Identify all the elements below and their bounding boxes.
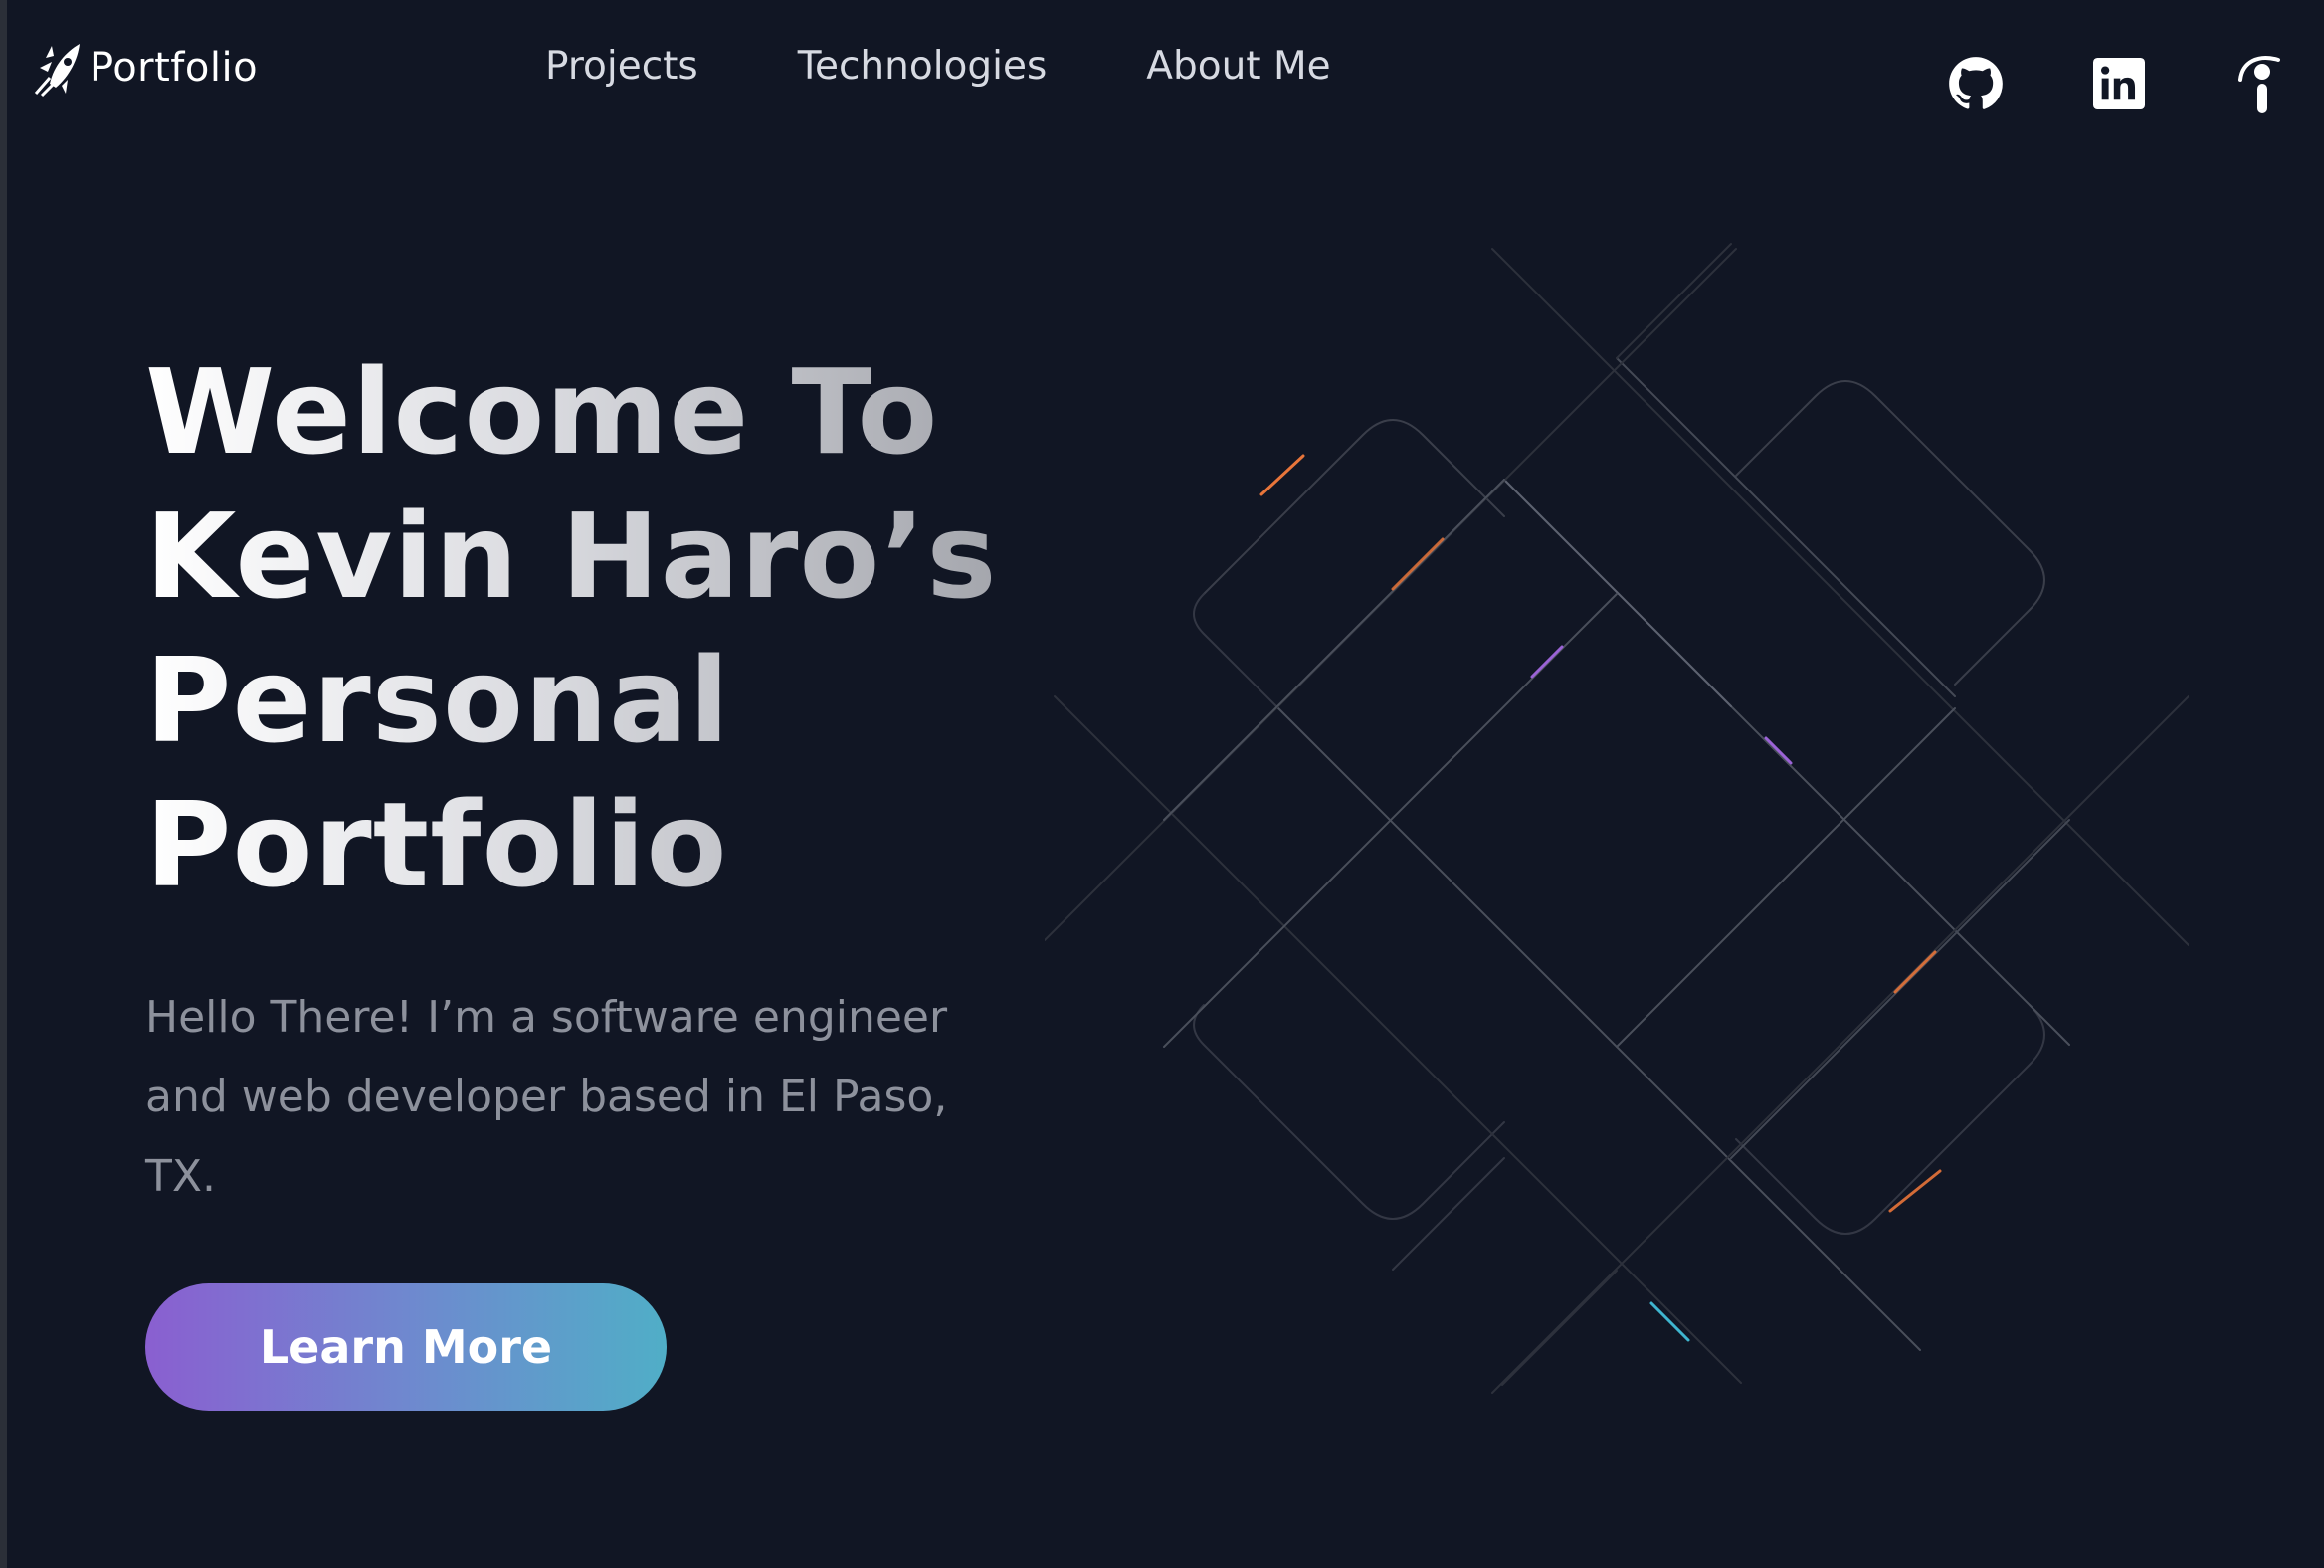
linkedin-link[interactable]: [2089, 52, 2149, 115]
hero-title: Welcome To Kevin Haro’s Personal Portfol…: [145, 340, 1041, 917]
nav-technologies[interactable]: Technologies: [798, 44, 1048, 89]
brand-name: Portfolio: [90, 45, 259, 91]
decorative-grid-art: [1045, 243, 2189, 1394]
linkedin-icon: [2093, 58, 2145, 109]
learn-more-button[interactable]: Learn More: [145, 1283, 667, 1411]
nav-about-me[interactable]: About Me: [1146, 44, 1330, 89]
brand-link[interactable]: Portfolio: [32, 38, 258, 98]
nav-projects[interactable]: Projects: [545, 44, 698, 89]
hero-title-line: Kevin Haro’s: [145, 488, 998, 625]
rocket-logo-icon: [34, 44, 80, 98]
hero-title-line: Portfolio: [145, 776, 728, 913]
hero-title-line: Welcome To: [145, 343, 939, 481]
main-nav: Projects Technologies About Me: [545, 44, 1431, 89]
hero-title-line: Personal: [145, 632, 731, 769]
github-icon: [1949, 57, 2003, 109]
hero-description: Hello There! I’m a software engineer and…: [145, 992, 948, 1202]
window-edge: [0, 0, 7, 1568]
github-link[interactable]: [1946, 52, 2006, 115]
info-icon: [2238, 56, 2280, 113]
accent-streaks: [1259, 454, 1942, 1342]
info-link[interactable]: [2232, 52, 2292, 115]
grid-lines: [1045, 243, 2189, 1394]
portfolio-page: Portfolio Projects Technologies About Me…: [0, 0, 2324, 1568]
